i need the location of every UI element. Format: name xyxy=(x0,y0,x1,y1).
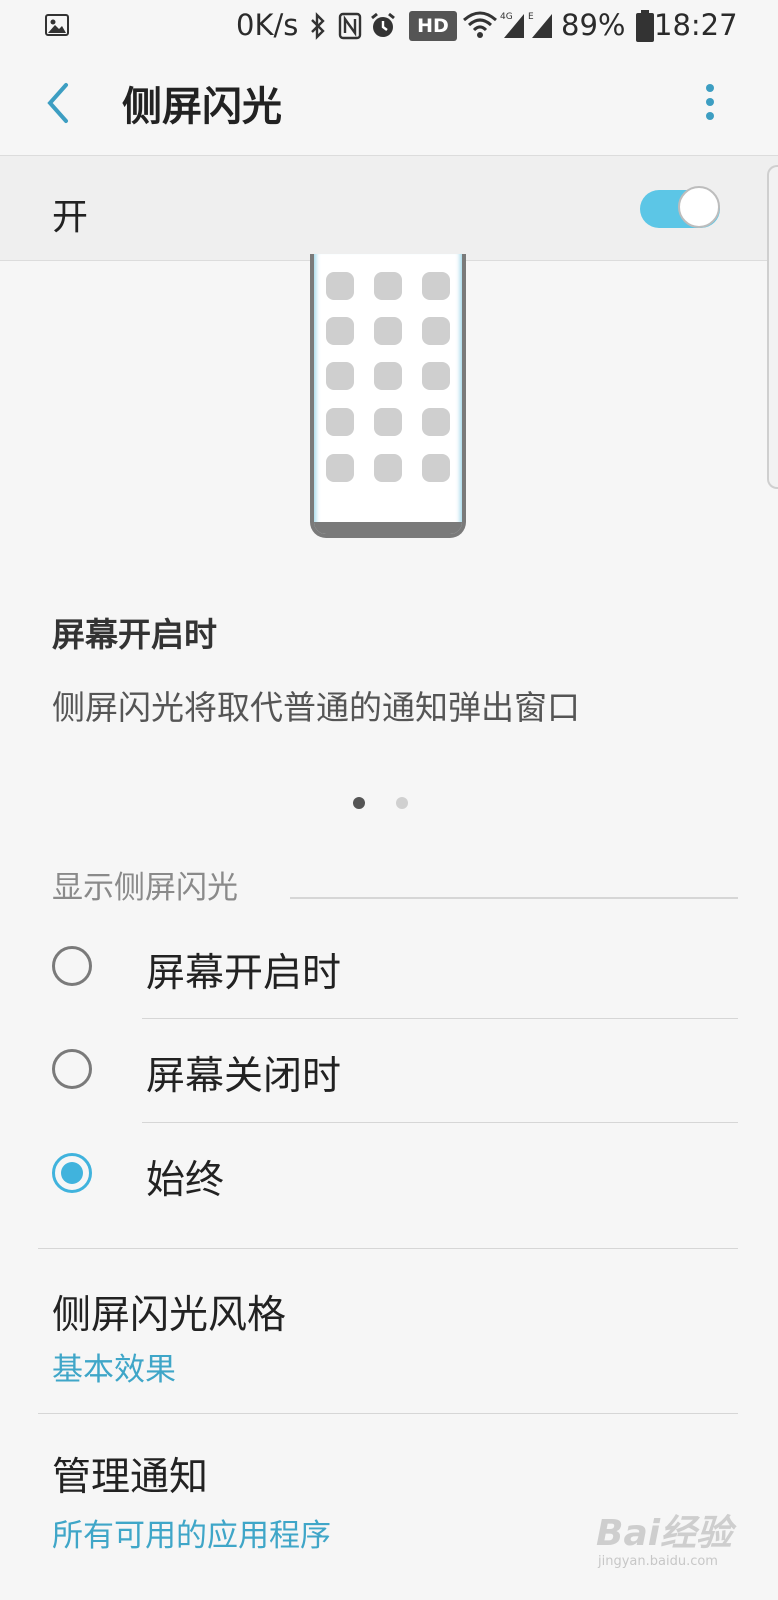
divider xyxy=(142,1018,738,1019)
master-switch-label: 开 xyxy=(52,197,89,238)
app-tile xyxy=(374,362,402,390)
toggle-knob[interactable] xyxy=(678,186,720,228)
app-tile xyxy=(326,317,354,345)
app-tile xyxy=(422,362,450,390)
watermark-url: jingyan.baidu.com xyxy=(598,1554,718,1569)
option-row-screen-on[interactable]: 屏幕开启时 xyxy=(0,918,778,1022)
app-bar xyxy=(0,52,778,154)
phone-illustration-base xyxy=(314,522,462,534)
app-tile xyxy=(422,317,450,345)
battery-icon xyxy=(636,13,654,42)
edge-lighting-style-value: 基本效果 xyxy=(52,1352,176,1388)
app-tile xyxy=(326,272,354,300)
page-indicator-dot-active[interactable] xyxy=(353,797,365,809)
divider xyxy=(142,1122,738,1123)
hd-badge: HD xyxy=(409,11,457,41)
option-row-always[interactable]: 始终 xyxy=(0,1126,778,1230)
more-options-button[interactable] xyxy=(690,80,730,130)
divider xyxy=(38,1413,738,1414)
app-tile xyxy=(374,317,402,345)
app-tile xyxy=(326,362,354,390)
back-button[interactable] xyxy=(40,75,80,131)
app-tile xyxy=(374,454,402,482)
carousel-description: 侧屏闪光将取代普通的通知弹出窗口 xyxy=(52,688,580,727)
radio-button[interactable] xyxy=(52,946,92,986)
back-arrow-icon xyxy=(47,83,68,123)
app-tile xyxy=(326,408,354,436)
battery-percent: 89% xyxy=(561,8,626,42)
carousel-title: 屏幕开启时 xyxy=(52,615,217,654)
section-divider xyxy=(290,897,738,899)
edge-panel-handle[interactable] xyxy=(767,165,778,489)
divider xyxy=(38,1248,738,1249)
clock-time: 18:27 xyxy=(654,8,738,42)
option-label: 屏幕开启时 xyxy=(146,951,342,996)
option-label: 始终 xyxy=(146,1158,225,1203)
section-header: 显示侧屏闪光 xyxy=(52,870,238,906)
wifi-icon xyxy=(463,11,497,38)
app-tile xyxy=(422,272,450,300)
nfc-icon xyxy=(338,12,362,40)
signal-e-icon: E xyxy=(528,12,552,38)
image-icon xyxy=(45,14,69,36)
app-tile xyxy=(374,408,402,436)
manage-notifications-title: 管理通知 xyxy=(52,1455,209,1500)
status-bar: 0K/s HD 4G E 89% 18:27 xyxy=(0,0,778,52)
radio-button-selected[interactable] xyxy=(52,1153,92,1193)
edge-lighting-style-title: 侧屏闪光风格 xyxy=(52,1293,287,1338)
bluetooth-icon xyxy=(311,12,325,40)
signal-4g-icon: 4G xyxy=(500,12,524,38)
option-label: 屏幕关闭时 xyxy=(146,1054,342,1099)
page-indicator-dot[interactable] xyxy=(396,797,408,809)
more-vert-icon xyxy=(706,84,714,120)
radio-button[interactable] xyxy=(52,1049,92,1089)
app-tile xyxy=(422,454,450,482)
watermark-logo: Bai经验 xyxy=(596,1513,733,1554)
alarm-icon xyxy=(371,12,395,37)
page-title: 侧屏闪光 xyxy=(122,84,282,130)
svg-text:4G: 4G xyxy=(500,12,513,22)
app-tile xyxy=(422,408,450,436)
app-tile xyxy=(326,454,354,482)
option-row-screen-off[interactable]: 屏幕关闭时 xyxy=(0,1022,778,1126)
network-speed: 0K/s xyxy=(236,8,299,42)
svg-text:E: E xyxy=(528,12,534,22)
radio-dot xyxy=(61,1162,83,1184)
manage-notifications-value: 所有可用的应用程序 xyxy=(52,1518,331,1554)
app-tile xyxy=(374,272,402,300)
